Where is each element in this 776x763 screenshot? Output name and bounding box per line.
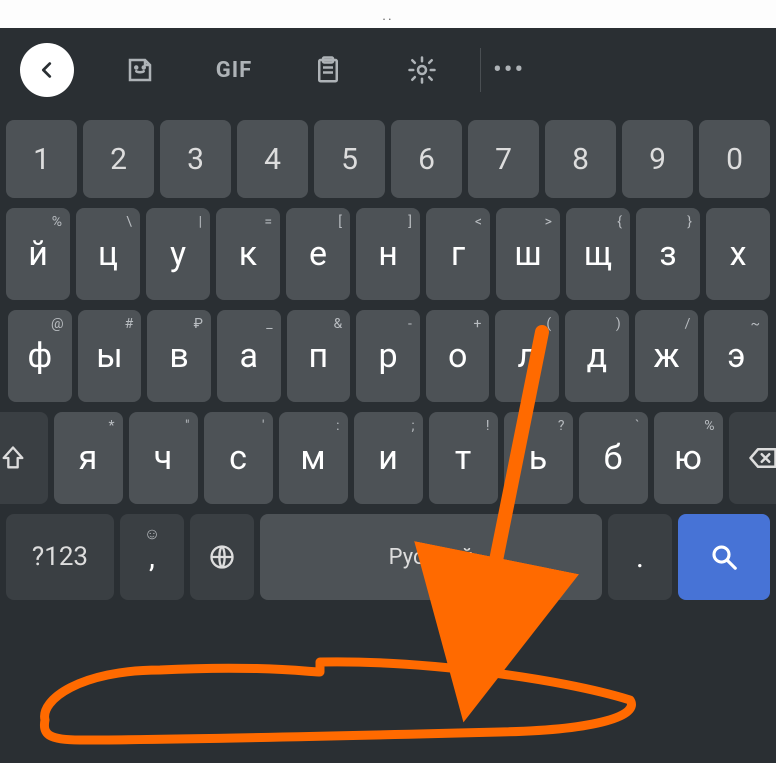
key-у[interactable]: |у (146, 208, 210, 300)
globe-icon (208, 543, 236, 571)
comma-key[interactable]: ☺, (120, 514, 184, 600)
key-п[interactable]: &п (287, 310, 351, 402)
key-л[interactable]: (л (495, 310, 559, 402)
key-с[interactable]: 'с (204, 412, 273, 504)
more-options-button[interactable]: ••• (493, 55, 525, 85)
chevron-left-icon (36, 59, 58, 81)
key-4[interactable]: 4 (237, 120, 308, 198)
key-з[interactable]: }з (636, 208, 700, 300)
letter-row-3: *я "ч 'с :м ;и !т ?ь `б %ю (6, 412, 770, 504)
key-в[interactable]: ₽в (147, 310, 211, 402)
keyboard: 1 2 3 4 5 6 7 8 9 0 %й \ц |у =к [е ]н <г… (0, 112, 776, 600)
key-е[interactable]: [е (286, 208, 350, 300)
key-ф[interactable]: @ф (8, 310, 72, 402)
period-key[interactable]: . (608, 514, 672, 600)
key-5[interactable]: 5 (314, 120, 385, 198)
key-1[interactable]: 1 (6, 120, 77, 198)
key-ы[interactable]: #ы (78, 310, 142, 402)
shift-key[interactable] (0, 412, 48, 504)
key-д[interactable]: )д (565, 310, 629, 402)
key-э[interactable]: ~э (704, 310, 768, 402)
collapse-keyboard-button[interactable] (20, 43, 74, 97)
status-dots: .. (382, 8, 393, 24)
bottom-row: ?123 ☺, Русский . (6, 514, 770, 600)
key-б[interactable]: `б (579, 412, 648, 504)
search-icon (709, 542, 739, 572)
gear-icon (407, 55, 437, 85)
clipboard-icon (313, 55, 343, 85)
clipboard-button[interactable] (308, 50, 348, 90)
sticker-icon (125, 55, 155, 85)
gif-button[interactable]: GIF (214, 50, 254, 90)
key-г[interactable]: <г (426, 208, 490, 300)
key-а[interactable]: _а (217, 310, 281, 402)
key-р[interactable]: -р (356, 310, 420, 402)
key-я[interactable]: *я (54, 412, 123, 504)
letter-row-2: @ф #ы ₽в _а &п -р +о (л )д /ж ~э (6, 310, 770, 402)
annotation-circle (44, 662, 631, 740)
key-й[interactable]: %й (6, 208, 70, 300)
key-ю[interactable]: %ю (654, 412, 723, 504)
key-х[interactable]: х (706, 208, 770, 300)
key-7[interactable]: 7 (468, 120, 539, 198)
divider (480, 48, 481, 92)
letter-row-1: %й \ц |у =к [е ]н <г >ш {щ }з х (6, 208, 770, 300)
key-о[interactable]: +о (426, 310, 490, 402)
sticker-button[interactable] (120, 50, 160, 90)
key-к[interactable]: =к (216, 208, 280, 300)
key-8[interactable]: 8 (545, 120, 616, 198)
space-key[interactable]: Русский (260, 514, 602, 600)
key-щ[interactable]: {щ (566, 208, 630, 300)
key-0[interactable]: 0 (699, 120, 770, 198)
language-key[interactable] (190, 514, 254, 600)
key-ь[interactable]: ?ь (504, 412, 573, 504)
key-н[interactable]: ]н (356, 208, 420, 300)
symbols-key[interactable]: ?123 (6, 514, 114, 600)
emoji-hint-icon: ☺ (144, 524, 160, 544)
key-2[interactable]: 2 (83, 120, 154, 198)
key-м[interactable]: :м (279, 412, 348, 504)
key-ч[interactable]: "ч (129, 412, 198, 504)
key-ж[interactable]: /ж (635, 310, 699, 402)
number-row: 1 2 3 4 5 6 7 8 9 0 (6, 120, 770, 198)
shift-icon (0, 444, 27, 472)
key-и[interactable]: ;и (354, 412, 423, 504)
backspace-icon (748, 443, 776, 473)
key-ц[interactable]: \ц (76, 208, 140, 300)
key-ш[interactable]: >ш (496, 208, 560, 300)
status-bar: .. (0, 0, 776, 28)
backspace-key[interactable] (729, 412, 776, 504)
search-key[interactable] (678, 514, 770, 600)
key-6[interactable]: 6 (391, 120, 462, 198)
key-3[interactable]: 3 (160, 120, 231, 198)
settings-button[interactable] (402, 50, 442, 90)
key-т[interactable]: !т (429, 412, 498, 504)
keyboard-suggest-bar: GIF ••• (0, 28, 776, 112)
key-9[interactable]: 9 (622, 120, 693, 198)
